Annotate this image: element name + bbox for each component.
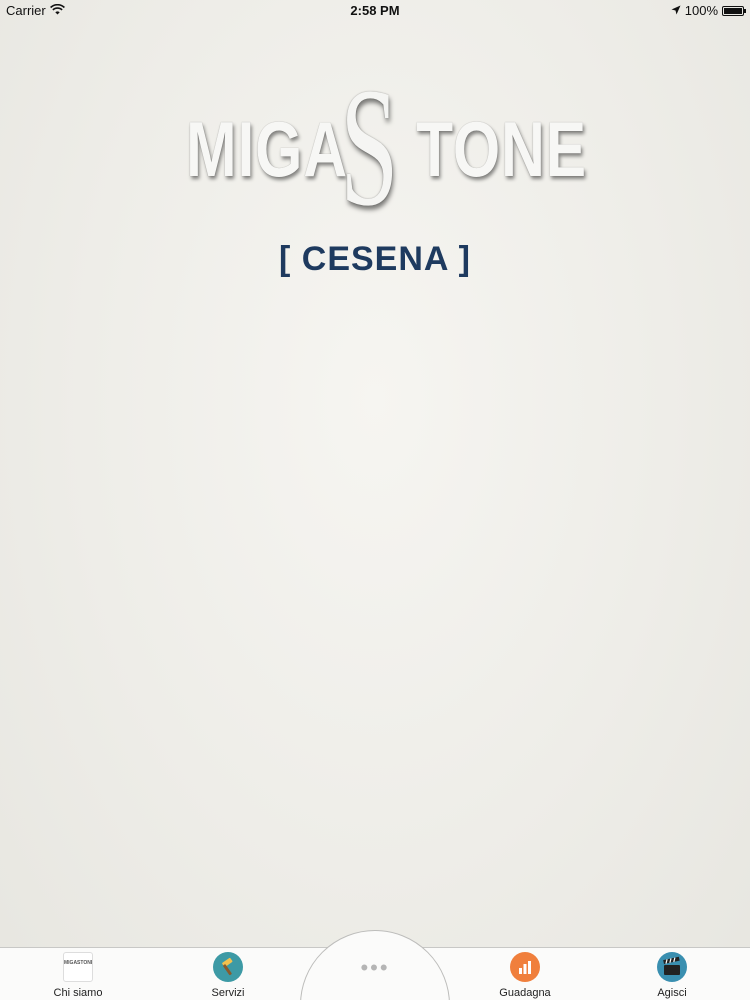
tab-label: Chi siamo: [53, 987, 103, 999]
battery-percent: 100%: [684, 3, 718, 18]
location-arrow-icon: [671, 3, 681, 18]
logo-text-miga: MIGA: [186, 105, 348, 193]
migastone-logo: MIGA S TONE: [180, 53, 586, 241]
clapperboard-icon: [657, 952, 687, 982]
tab-label: Agisci: [657, 987, 687, 999]
status-time: 2:58 PM: [350, 3, 400, 18]
tab-label: Guadagna: [499, 987, 551, 999]
tab-servizi[interactable]: Servizi: [173, 950, 283, 1000]
tab-logo-text: MIGASTONE: [64, 960, 93, 966]
logo-text-tone: TONE: [416, 105, 588, 193]
migastone-logo-icon: MIGASTONE: [63, 952, 93, 982]
tab-agisci[interactable]: Agisci: [617, 950, 727, 1000]
hammer-icon: [213, 952, 243, 982]
tab-chi-siamo[interactable]: MIGASTONE Chi siamo: [23, 950, 133, 1000]
tab-guadagna[interactable]: Guadagna: [470, 950, 580, 1000]
battery-icon: [722, 5, 746, 16]
location-subtitle: [ CESENA ]: [279, 240, 471, 278]
status-bar: Carrier 2:58 PM 100%: [0, 0, 750, 22]
bar-chart-icon: [510, 952, 540, 982]
logo-letter-s: S: [340, 53, 399, 241]
more-icon[interactable]: •••: [300, 957, 450, 979]
tab-label: Servizi: [211, 987, 245, 999]
